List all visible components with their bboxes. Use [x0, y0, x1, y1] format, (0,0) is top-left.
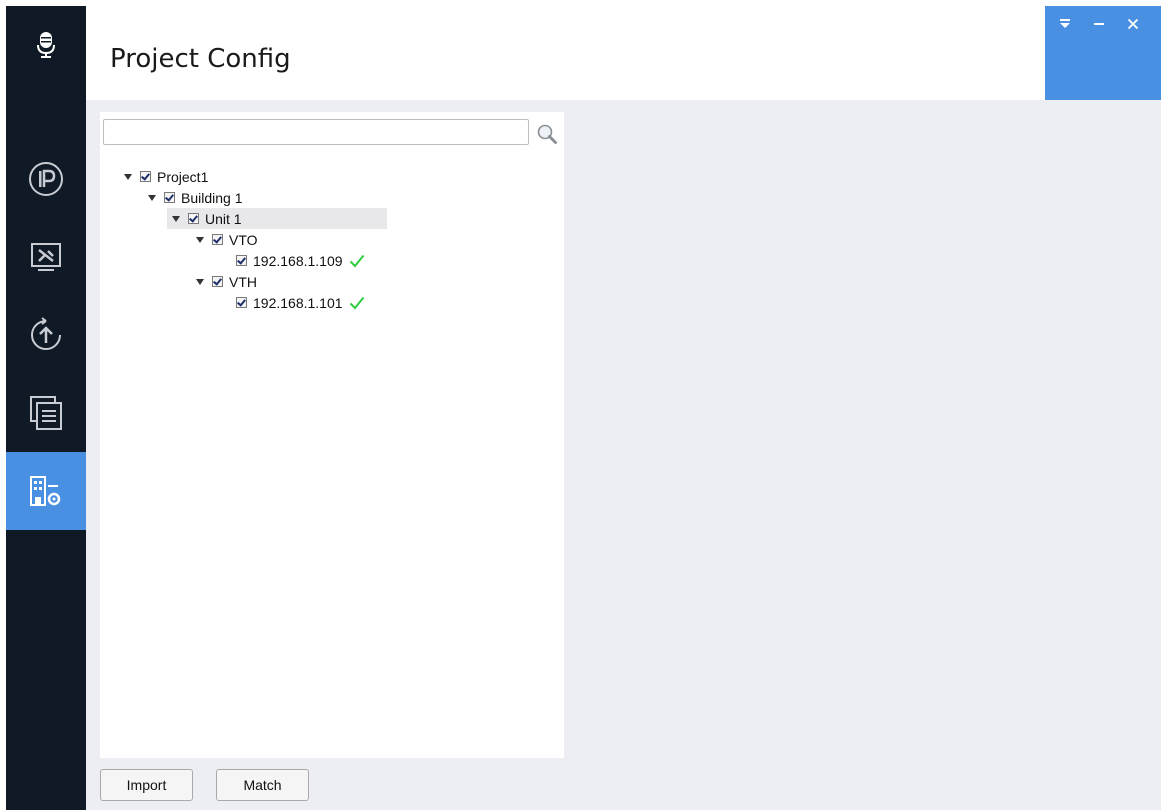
tree-checkbox[interactable]	[236, 255, 247, 266]
expand-caret-icon[interactable]	[124, 173, 132, 180]
close-icon[interactable]	[1121, 12, 1145, 36]
check-mark-icon	[349, 254, 364, 267]
upgrade-icon[interactable]	[6, 296, 86, 374]
tree-node-label: Unit 1	[205, 210, 242, 227]
expand-caret-icon[interactable]	[196, 278, 204, 285]
window-controls	[1045, 6, 1161, 100]
tree-checkbox[interactable]	[188, 213, 199, 224]
minimize-icon[interactable]	[1087, 12, 1111, 36]
records-icon[interactable]	[6, 374, 86, 452]
tree-node-vth[interactable]: VTH	[196, 271, 257, 292]
tree-node-label: 192.168.1.109	[253, 252, 343, 269]
check-mark-icon	[349, 296, 364, 309]
expand-caret-icon[interactable]	[172, 215, 180, 222]
page-title: Project Config	[110, 44, 291, 74]
tree-checkbox[interactable]	[164, 192, 175, 203]
tree-node-label: Project1	[157, 168, 209, 185]
tree-node-building[interactable]: Building 1	[148, 187, 243, 208]
tree-node-unit[interactable]: Unit 1	[167, 208, 387, 229]
tree-node-label: VTO	[229, 231, 258, 248]
search-icon[interactable]	[536, 123, 558, 145]
tree-node-device[interactable]: 192.168.1.109	[236, 250, 365, 271]
selection-highlight	[167, 208, 387, 229]
tree-checkbox[interactable]	[212, 234, 223, 245]
tree-checkbox[interactable]	[236, 297, 247, 308]
match-button[interactable]: Match	[216, 769, 309, 801]
import-button[interactable]: Import	[100, 769, 193, 801]
tree-node-project[interactable]: Project1	[124, 166, 208, 187]
search-input[interactable]	[103, 119, 529, 145]
tree-checkbox[interactable]	[212, 276, 223, 287]
device-tree-panel: Project1 Building 1 Unit 1 VTO 192.168.1	[100, 112, 564, 758]
tree-checkbox[interactable]	[140, 171, 151, 182]
app-window: Project Config Project1 Building 1 Unit …	[6, 6, 1161, 810]
tree-node-vto[interactable]: VTO	[196, 229, 258, 250]
building-settings-icon[interactable]	[6, 452, 86, 530]
tree-node-device[interactable]: 192.168.1.101	[236, 292, 365, 313]
dropdown-icon[interactable]	[1053, 12, 1077, 36]
expand-caret-icon[interactable]	[148, 194, 156, 201]
tree-node-label: Building 1	[181, 189, 243, 206]
header: Project Config	[86, 6, 1161, 100]
tree-node-label: 192.168.1.101	[253, 294, 343, 311]
expand-caret-icon[interactable]	[196, 236, 204, 243]
device-tools-icon[interactable]	[6, 218, 86, 296]
sidebar	[6, 6, 86, 810]
tree-node-label: VTH	[229, 273, 257, 290]
microphone-icon[interactable]	[6, 6, 86, 84]
ip-config-icon[interactable]	[6, 140, 86, 218]
